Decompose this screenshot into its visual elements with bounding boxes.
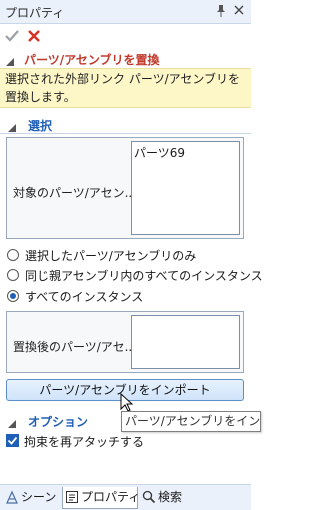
tab-search[interactable]: 検索 [140, 487, 196, 509]
target-field-label: 対象のパーツ/アセン... [13, 186, 131, 200]
target-list[interactable]: パーツ69 [131, 141, 240, 235]
reattach-checkbox-row[interactable]: 拘束を再アタッチする [6, 432, 206, 450]
radio-label: 同じ親アセンブリ内のすべてのインスタンス [25, 269, 263, 283]
pin-icon[interactable] [214, 4, 228, 18]
close-icon[interactable] [232, 3, 246, 17]
selection-section-title: 選択 [28, 119, 53, 133]
tab-label: プロパティ [81, 490, 141, 504]
scene-icon [5, 490, 19, 504]
tab-properties[interactable]: プロパティ [62, 487, 141, 509]
replacement-list[interactable] [131, 315, 240, 369]
command-title: パーツ/アセンブリを置換 [24, 53, 160, 67]
tab-label: シーン [21, 490, 57, 504]
checkmark-icon[interactable] [4, 28, 20, 44]
panel-titlebar: プロパティ [0, 0, 251, 24]
section-divider [0, 133, 251, 134]
radio-button[interactable] [7, 249, 19, 261]
collapse-triangle-icon[interactable] [8, 417, 16, 428]
radio-button[interactable] [7, 269, 19, 281]
panel-title: プロパティ [5, 6, 65, 20]
options-section-title: オプション [28, 415, 89, 429]
command-header[interactable]: パーツ/アセンブリを置換 [0, 50, 251, 68]
tooltip: パーツ/アセンブリをインポ [121, 411, 261, 432]
radio-same-parent[interactable]: 同じ親アセンブリ内のすべてのインスタンス [7, 266, 263, 284]
properties-icon [65, 490, 79, 504]
checkbox-label: 拘束を再アタッチする [24, 435, 145, 449]
radio-button[interactable] [7, 290, 19, 302]
target-field: 対象のパーツ/アセン... パーツ69 [6, 137, 244, 239]
mouse-cursor-icon [120, 392, 134, 413]
collapse-triangle-icon[interactable] [6, 55, 14, 66]
tab-label: 検索 [158, 490, 183, 504]
radio-all-instances[interactable]: すべてのインスタンス [7, 287, 247, 305]
cancel-x-icon[interactable] [26, 28, 42, 44]
bottom-tab-bar: シーン プロパティ 検索 [0, 484, 251, 510]
selection-section-header[interactable]: 選択 [0, 116, 251, 134]
search-icon [142, 490, 156, 504]
tab-scene[interactable]: シーン [3, 487, 61, 509]
list-item[interactable]: パーツ69 [132, 142, 239, 163]
radio-label: 選択したパーツ/アセンブリのみ [25, 249, 197, 263]
checkbox[interactable] [6, 434, 19, 447]
replacement-field-label: 置換後のパーツ/アセ... [13, 340, 131, 354]
radio-label: すべてのインスタンス [25, 290, 144, 304]
radio-selected-only[interactable]: 選択したパーツ/アセンブリのみ [7, 246, 247, 264]
replacement-field: 置換後のパーツ/アセ... [6, 311, 244, 373]
collapse-triangle-icon[interactable] [8, 121, 16, 132]
help-text: 選択された外部リンク パーツ/アセンブリを置換します。 [0, 68, 251, 108]
action-bar [0, 26, 251, 48]
